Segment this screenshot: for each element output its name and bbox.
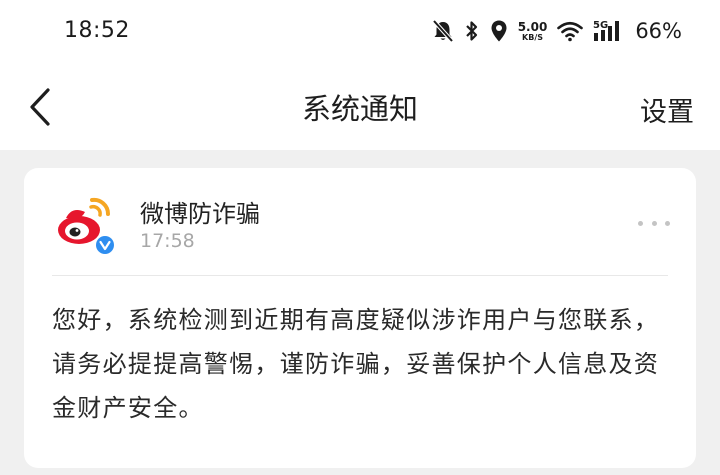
page-title: 系统通知 <box>301 92 418 126</box>
bell-off-icon <box>432 19 454 43</box>
sender-avatar[interactable] <box>52 192 118 258</box>
net-speed: 5.00 KB/S <box>518 21 548 42</box>
message-time: 17:58 <box>140 230 195 252</box>
more-dot-icon <box>651 220 657 226</box>
sender-name[interactable]: 微博防诈骗 <box>140 194 260 229</box>
wifi-icon <box>557 20 584 42</box>
net-speed-unit: KB/S <box>522 32 543 42</box>
divider <box>52 275 668 276</box>
nav-bar: 系统通知 设置 <box>0 64 720 150</box>
status-icons: 5.00 KB/S 5G 66% <box>432 16 682 46</box>
settings-button[interactable]: 设置 <box>640 90 694 129</box>
status-time: 18:52 <box>64 18 130 43</box>
message-body: 您好，系统检测到近期有高度疑似涉诈用户与您联系，请务必提提高警惕，谨防诈骗，妥善… <box>52 306 660 422</box>
network-type-label: 5G <box>593 20 608 31</box>
verified-badge-icon <box>94 234 116 256</box>
notification-card: 微博防诈骗 17:58 您好，系统检测到近期有高度疑似涉诈用户与您联系，请务必提… <box>24 168 696 468</box>
status-bar: 18:52 5.00 KB/S 5G 66% <box>0 0 720 64</box>
cellular-signal-icon: 5G <box>593 19 625 43</box>
battery-level: 66% <box>635 19 682 43</box>
more-dot-icon <box>638 220 643 226</box>
more-dot-icon <box>665 220 670 226</box>
location-icon <box>490 19 508 43</box>
net-speed-value: 5.00 <box>517 19 548 34</box>
bluetooth-icon <box>464 19 480 43</box>
more-options-button[interactable] <box>638 218 670 228</box>
